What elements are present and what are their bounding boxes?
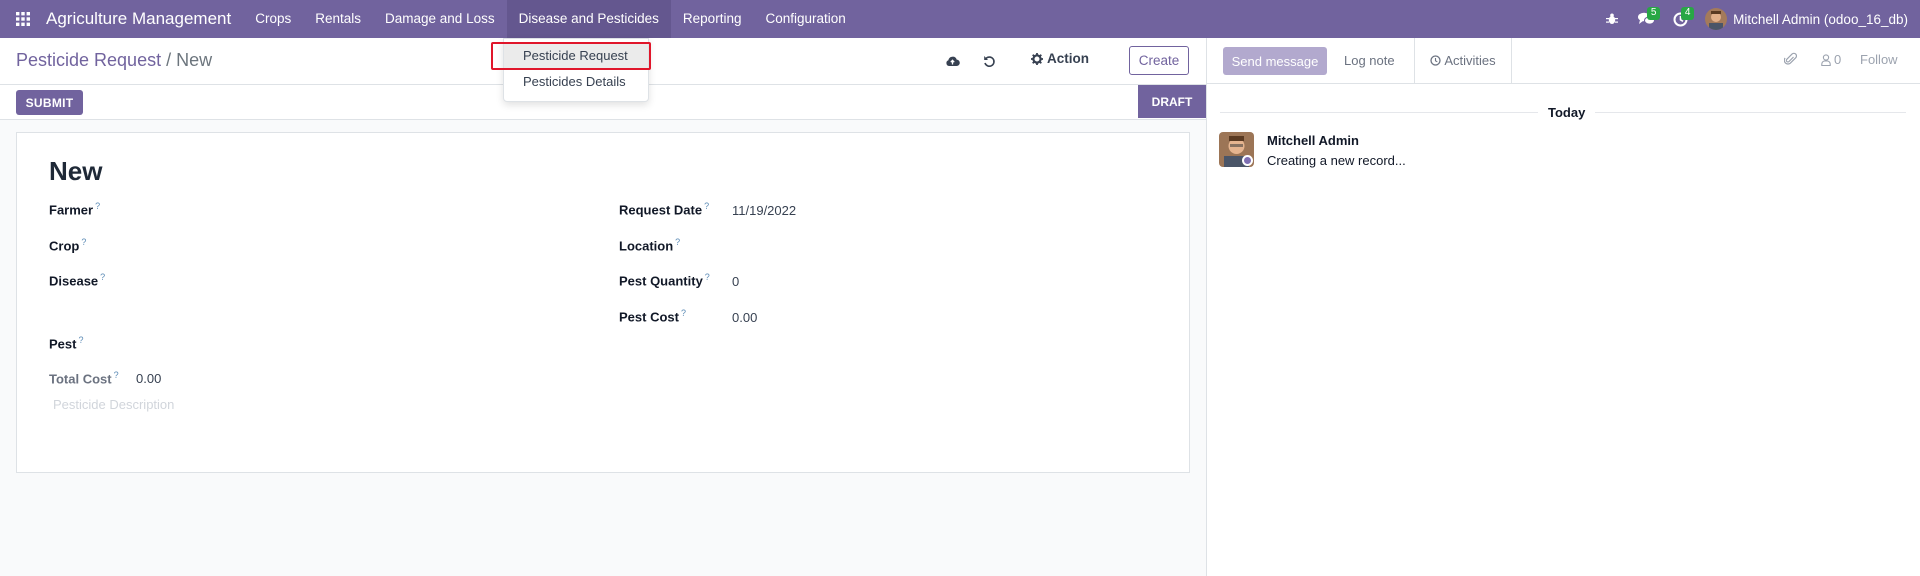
create-button[interactable]: Create [1129, 46, 1189, 75]
action-menu-button[interactable]: Action [1031, 51, 1089, 66]
request-date-label: Request Date? [619, 201, 710, 218]
app-brand[interactable]: Agriculture Management [46, 9, 231, 29]
menu-reporting[interactable]: Reporting [671, 0, 754, 38]
description-field[interactable]: Pesticide Description [53, 397, 174, 412]
breadcrumb: Pesticide Request / New [16, 50, 212, 71]
messages-icon[interactable]: 5 [1629, 0, 1663, 38]
message-author[interactable]: Mitchell Admin [1267, 133, 1359, 148]
pest-quantity-field[interactable]: 0 [732, 274, 739, 289]
followers-button[interactable]: 0 [1821, 52, 1841, 67]
pest-label: Pest? [49, 335, 84, 352]
total-cost-value: 0.00 [136, 371, 162, 386]
navbar-systray: 5 4 Mitchell Admin (odoo_16_db) [1595, 0, 1920, 38]
attachment-paperclip-icon[interactable] [1784, 52, 1797, 66]
pest-cost-label: Pest Cost? [619, 308, 686, 325]
menu-disease-and-pesticides[interactable]: Disease and Pesticides [506, 0, 671, 38]
submit-button[interactable]: SUBMIT [16, 90, 83, 115]
total-cost-label: Total Cost? [49, 370, 119, 387]
debug-icon[interactable] [1595, 0, 1629, 38]
user-avatar [1705, 8, 1728, 30]
menu-configuration[interactable]: Configuration [753, 0, 857, 38]
dropdown-item-pesticides-details[interactable]: Pesticides Details [504, 69, 648, 94]
pest-quantity-label: Pest Quantity? [619, 272, 710, 289]
day-label: Today [1538, 105, 1596, 120]
activities-button[interactable]: Activities [1414, 38, 1512, 83]
record-title: New [49, 156, 103, 186]
status-draft[interactable]: DRAFT [1138, 85, 1206, 118]
menu-rentals[interactable]: Rentals [303, 0, 373, 38]
user-icon [1821, 53, 1831, 66]
activities-label: Activities [1444, 53, 1496, 68]
save-cloud-icon[interactable] [942, 51, 962, 71]
activities-badge: 4 [1681, 7, 1695, 20]
crop-label: Crop? [49, 237, 87, 254]
breadcrumb-parent[interactable]: Pesticide Request [16, 50, 161, 70]
action-label: Action [1047, 51, 1089, 66]
activities-clock-icon[interactable]: 4 [1663, 0, 1697, 38]
pest-cost-field[interactable]: 0.00 [732, 310, 757, 325]
top-navbar: Agriculture Management Crops Rentals Dam… [0, 0, 1920, 38]
follow-button[interactable]: Follow [1860, 52, 1898, 67]
breadcrumb-separator: / [166, 50, 172, 70]
chatter-divider [1206, 83, 1920, 84]
breadcrumb-current: New [176, 50, 213, 70]
apps-menu-icon[interactable] [0, 0, 46, 38]
gear-icon [1031, 52, 1043, 65]
user-name: Mitchell Admin (odoo_16_db) [1733, 11, 1908, 27]
user-menu[interactable]: Mitchell Admin (odoo_16_db) [1705, 8, 1920, 30]
online-status-dot [1242, 155, 1253, 166]
disease-label: Disease? [49, 272, 106, 289]
send-message-button[interactable]: Send message [1223, 47, 1327, 75]
menu-crops[interactable]: Crops [243, 0, 303, 38]
form-sheet [16, 132, 1190, 473]
dropdown-item-pesticide-request[interactable]: Pesticide Request [504, 43, 648, 68]
location-label: Location? [619, 237, 681, 254]
log-note-button[interactable]: Log note [1344, 53, 1395, 68]
clock-icon [1430, 55, 1441, 66]
disease-pesticides-dropdown: Pesticide Request Pesticides Details [503, 38, 649, 102]
discard-undo-icon[interactable] [979, 51, 999, 71]
menu-damage-and-loss[interactable]: Damage and Loss [373, 0, 507, 38]
message-body: Creating a new record... [1267, 153, 1406, 168]
farmer-label: Farmer? [49, 201, 101, 218]
messages-badge: 5 [1647, 7, 1661, 20]
followers-count: 0 [1834, 52, 1842, 67]
request-date-field[interactable]: 11/19/2022 [732, 203, 796, 218]
